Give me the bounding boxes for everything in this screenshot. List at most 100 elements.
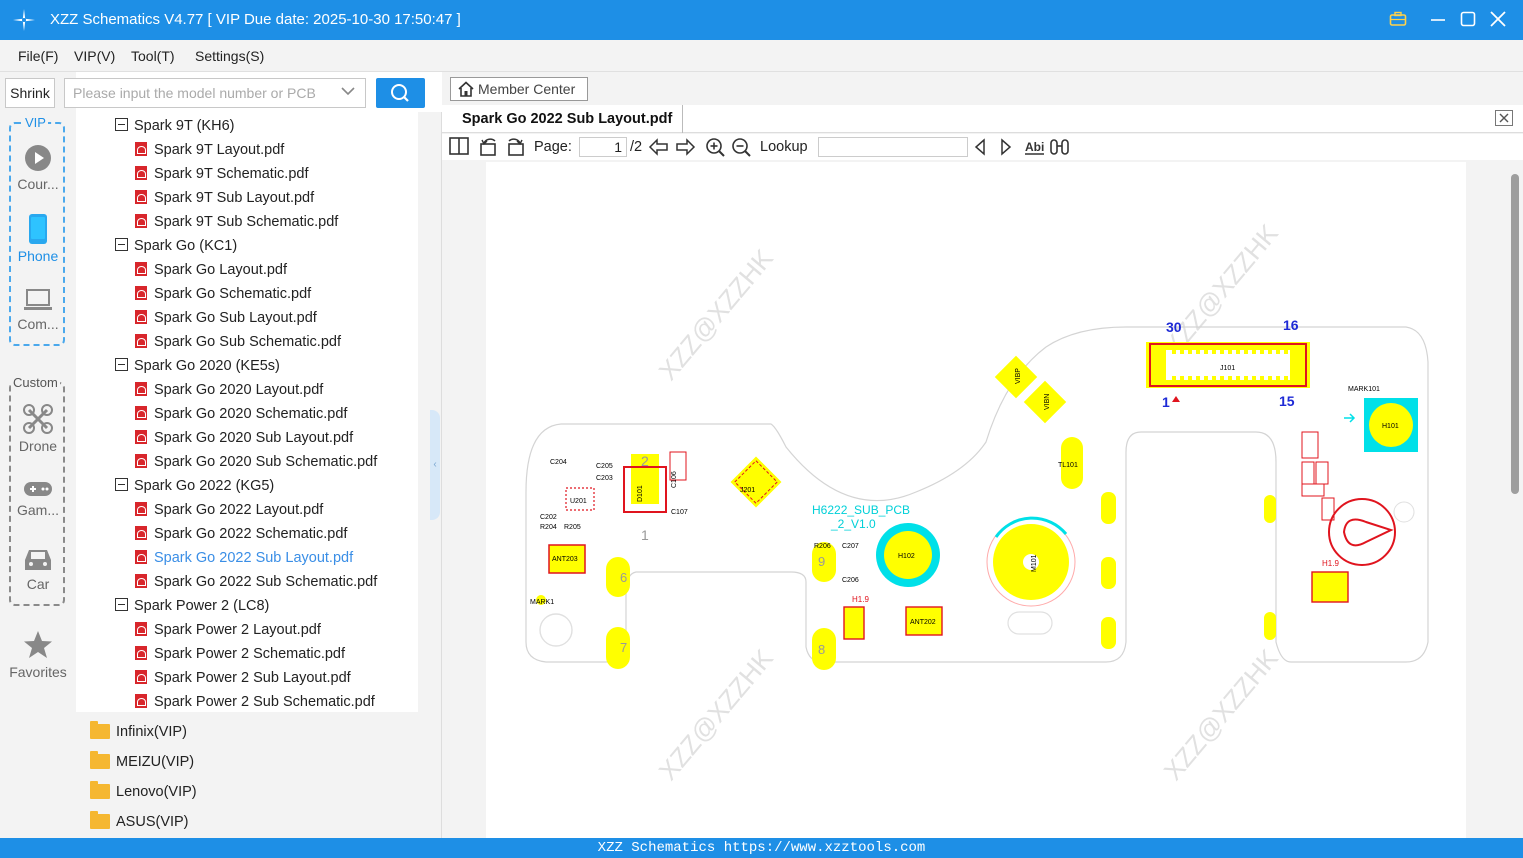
search-input[interactable]	[65, 79, 335, 107]
page-number-input[interactable]: 1	[579, 137, 627, 157]
find-next-icon[interactable]	[998, 137, 1014, 157]
tree-file[interactable]: Spark Power 2 Schematic.pdf	[135, 646, 345, 662]
tree-group[interactable]: Spark Go (KC1)	[115, 238, 237, 254]
tree-node-label: Spark Go 2022 Sub Layout.pdf	[154, 550, 354, 566]
tree-file[interactable]: Spark Go Sub Layout.pdf	[135, 310, 317, 326]
zoom-in-icon[interactable]	[705, 137, 725, 157]
tree-node-label: Spark Go Schematic.pdf	[154, 286, 312, 302]
minimize-button[interactable]	[1427, 8, 1449, 30]
search-button[interactable]	[376, 78, 425, 108]
nav-item-label: Favorites	[9, 664, 67, 680]
chevron-down-icon[interactable]	[341, 85, 355, 99]
collapse-handle[interactable]: ‹	[430, 410, 440, 520]
tree-node-label: Spark 9T Layout.pdf	[154, 142, 285, 158]
shrink-button[interactable]: Shrink	[5, 78, 55, 108]
tree-file[interactable]: Spark 9T Sub Schematic.pdf	[135, 214, 338, 230]
viewer-scrollbar-thumb[interactable]	[1511, 174, 1519, 494]
tree-file[interactable]: Spark Go 2022 Sub Schematic.pdf	[135, 574, 377, 590]
connector-pin	[1196, 376, 1200, 380]
tree-file[interactable]: Spark Go 2020 Schematic.pdf	[135, 406, 347, 422]
nav-item-favorites[interactable]: Favorites	[0, 630, 76, 680]
svg-text:C204: C204	[550, 459, 567, 466]
tree-file[interactable]: Spark Go Schematic.pdf	[135, 286, 311, 302]
file-tree: Spark 9T (KH6) Spark 9T Layout.pdf Spark 9…	[76, 112, 430, 838]
svg-text:XZZ@XZZHK: XZZ@XZZHK	[653, 643, 780, 786]
tree-file[interactable]: Spark Go 2020 Sub Schematic.pdf	[135, 454, 377, 470]
prev-page-icon[interactable]	[648, 137, 670, 157]
menu-settings[interactable]: Settings(S)	[195, 48, 264, 64]
tree-file[interactable]: Spark Go 2022 Layout.pdf	[135, 502, 323, 518]
close-button[interactable]	[1487, 8, 1509, 30]
tree-folder[interactable]: ASUS(VIP)	[90, 811, 189, 830]
zoom-out-icon[interactable]	[731, 137, 751, 157]
tree-group[interactable]: Spark Go 2022 (KG5)	[115, 478, 274, 494]
nav-item-computer[interactable]: Com...	[0, 288, 76, 332]
svg-text:15: 15	[1279, 393, 1295, 409]
match-case-icon[interactable]: Abi	[1024, 137, 1046, 157]
briefcase-icon[interactable]	[1387, 8, 1409, 30]
tree-file[interactable]: Spark 9T Layout.pdf	[135, 142, 284, 158]
connector-pin	[1172, 376, 1176, 380]
tree-file[interactable]: Spark Go Sub Schematic.pdf	[135, 334, 341, 350]
tree-list: Spark 9T (KH6) Spark 9T Layout.pdf Spark 9…	[76, 112, 418, 712]
tree-file[interactable]: Spark Go 2020 Sub Layout.pdf	[135, 430, 353, 446]
folder-icon	[90, 781, 110, 799]
tree-file[interactable]: Spark Power 2 Sub Schematic.pdf	[135, 694, 375, 710]
tree-group[interactable]: Spark Go 2020 (KE5s)	[115, 358, 280, 374]
maximize-button[interactable]	[1457, 8, 1479, 30]
tree-file[interactable]: Spark Power 2 Layout.pdf	[135, 622, 321, 638]
collapse-icon[interactable]	[115, 478, 128, 491]
nav-item-drone[interactable]: Drone	[0, 404, 76, 454]
tree-group[interactable]: Spark Power 2 (LC8)	[115, 598, 269, 614]
collapse-icon[interactable]	[115, 118, 128, 131]
nav-item-phone[interactable]: Phone	[0, 214, 76, 264]
tree-folder[interactable]: Lenovo(VIP)	[90, 781, 197, 800]
tree-file[interactable]: Spark Go Layout.pdf	[135, 262, 287, 278]
svg-text:D101: D101	[637, 485, 644, 502]
collapse-icon[interactable]	[115, 358, 128, 371]
tree-folder[interactable]: Infinix(VIP)	[90, 721, 187, 740]
sidebar-toggle-icon[interactable]	[449, 137, 469, 157]
lookup-input[interactable]	[818, 137, 968, 157]
pdf-page[interactable]: XZZ@XZZHK XZZ@XZZHK XZZ@XZZHK XZZ@XZZHK	[486, 162, 1466, 838]
find-prev-icon[interactable]	[972, 137, 988, 157]
rotate-left-icon[interactable]	[479, 137, 499, 157]
menu-file[interactable]: File(F)	[18, 48, 58, 64]
tab-active-document[interactable]: Spark Go 2022 Sub Layout.pdf	[452, 105, 684, 133]
panel-splitter[interactable]: ‹	[430, 112, 442, 838]
collapse-icon[interactable]	[115, 598, 128, 611]
menu-vip[interactable]: VIP(V)	[74, 48, 115, 64]
close-tab-icon[interactable]	[1495, 110, 1513, 126]
tree-file[interactable]: Spark Go 2022 Schematic.pdf	[135, 526, 347, 542]
tree-file[interactable]: Spark 9T Schematic.pdf	[135, 166, 308, 182]
member-center-button[interactable]: Member Center	[450, 77, 588, 101]
tree-file[interactable]: Spark 9T Sub Layout.pdf	[135, 190, 314, 206]
tree-file[interactable]: Spark Go 2022 Sub Layout.pdf	[135, 550, 353, 566]
document-canvas[interactable]: XZZ@XZZHK XZZ@XZZHK XZZ@XZZHK XZZ@XZZHK	[442, 160, 1523, 838]
viewer-scrollbar[interactable]	[1510, 162, 1520, 838]
tree-node-label: Spark Go 2020 Sub Layout.pdf	[154, 430, 354, 446]
binoculars-icon[interactable]	[1049, 137, 1071, 157]
collapse-icon[interactable]	[115, 238, 128, 251]
menu-tool[interactable]: Tool(T)	[131, 48, 175, 64]
svg-text:ANT202: ANT202	[910, 619, 936, 626]
nav-item-car[interactable]: Car	[0, 546, 76, 592]
svg-text:8: 8	[818, 642, 825, 657]
nav-item-courses[interactable]: Cour...	[0, 144, 76, 192]
next-page-icon[interactable]	[674, 137, 696, 157]
pdf-icon	[135, 142, 147, 156]
connector-pin	[1220, 376, 1224, 380]
tree-node-label: Spark Power 2 Sub Layout.pdf	[154, 670, 351, 686]
tree-file[interactable]: Spark Power 2 Sub Layout.pdf	[135, 670, 351, 686]
rotate-right-icon[interactable]	[505, 137, 525, 157]
tree-folder[interactable]: MEIZU(VIP)	[90, 751, 194, 770]
nav-item-games[interactable]: Gam...	[0, 480, 76, 518]
tree-group[interactable]: Spark 9T (KH6)	[115, 118, 234, 134]
svg-text:VIBP: VIBP	[1015, 368, 1022, 384]
tree-file[interactable]: Spark Go 2020 Layout.pdf	[135, 382, 323, 398]
pdf-icon	[135, 574, 147, 588]
model-search-combobox[interactable]	[64, 78, 366, 108]
connector-pin	[1268, 376, 1272, 380]
menu-bar: File(F) VIP(V) Tool(T) Settings(S)	[0, 40, 1523, 72]
nav-item-label: Phone	[17, 248, 59, 264]
